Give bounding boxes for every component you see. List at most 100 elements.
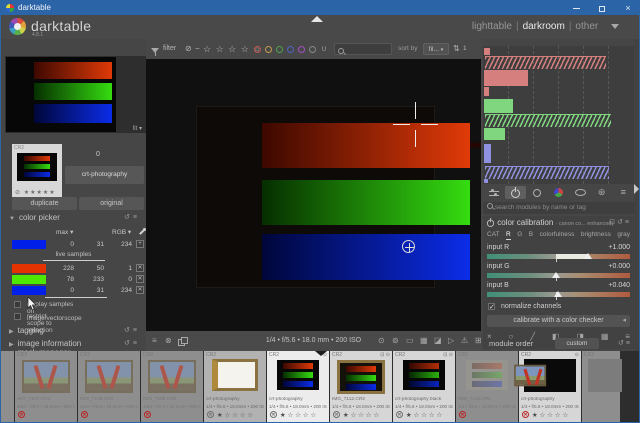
filmstrip-thumbnail[interactable]: CR2 IMG_7109.CR2 1/60 • f/5.5 • 18.0mm •… — [141, 351, 203, 422]
filmstrip-thumbnail[interactable]: CR2 IMG_7107.CR2 1/60 • f/5.5 • 18.0mm •… — [15, 351, 77, 422]
color-label-yellow[interactable] — [265, 46, 272, 53]
color-assessment-icon[interactable]: ⊚ — [392, 331, 399, 351]
sort-field-dropdown[interactable]: fil... ▾ — [423, 43, 449, 55]
original-button[interactable]: original — [79, 197, 144, 210]
slider-handle[interactable] — [554, 291, 562, 297]
color-label-gray[interactable] — [309, 46, 316, 53]
reset-icon[interactable]: ↺ — [124, 214, 133, 221]
filmstrip-thumbnail[interactable]: CR2 ⊡ ⊙ crt-photography black 1/4 • f/5.… — [393, 351, 455, 422]
groups-menu-icon[interactable]: ≡ — [612, 186, 634, 199]
presets-icon[interactable]: ≡ — [625, 219, 631, 226]
gamut-check-icon[interactable]: ▦ — [420, 331, 428, 351]
range-filter-icon[interactable]: − — [195, 39, 200, 59]
view-darkroom[interactable]: darkroom — [523, 21, 565, 32]
star-rating[interactable]: ★ ☆ ☆ ☆ ☆ — [267, 411, 329, 419]
close-button[interactable]: × — [615, 1, 640, 15]
presets-icon[interactable]: ≡ — [133, 214, 140, 221]
reset-icon[interactable]: ↺ — [124, 340, 133, 347]
reset-icon[interactable]: ↺ — [124, 327, 133, 334]
tagging-section-header[interactable]: ▶tagging — [9, 326, 44, 335]
tab-colorfulness[interactable]: colorfulness — [540, 231, 575, 240]
color-label-purple[interactable] — [298, 46, 305, 53]
multi-instance-icon[interactable]: ⊡ — [609, 219, 617, 226]
presets-icon[interactable]: ≡ — [133, 327, 140, 334]
zoom-level-dropdown[interactable]: fit ▾ — [133, 125, 142, 132]
reject-badge[interactable]: ✕ — [18, 411, 25, 418]
effects-group-icon[interactable]: ⊛ — [591, 186, 613, 199]
color-label-union-icon[interactable]: ∪ — [321, 39, 327, 59]
reject-badge[interactable]: ✕ — [459, 411, 466, 418]
navigation-preview[interactable]: fit ▾ — [5, 56, 146, 133]
filmstrip-collapse-arrow[interactable] — [315, 351, 327, 356]
filmstrip-thumbnail-selected[interactable]: CR2 ⊙ crt-photography 1/4 • f/5.6 • 18.0… — [267, 351, 329, 422]
reject-badge[interactable]: ✕ — [144, 411, 151, 418]
module-title[interactable]: color calibration — [497, 218, 553, 227]
tab-brightness[interactable]: brightness — [581, 231, 611, 240]
collapse-right-panel-arrow[interactable] — [634, 184, 639, 194]
minimize-button[interactable] — [563, 1, 589, 15]
tab-g[interactable]: G — [517, 231, 522, 240]
filmstrip-thumbnail[interactable]: CR2 IMG_7113.CR2 1/4 • f/5.6 • 18.0mm • … — [456, 351, 518, 422]
color-label-red[interactable] — [254, 46, 261, 53]
star-rating[interactable]: ★ ☆ ☆ ☆ ☆ — [519, 411, 581, 419]
add-sample-button[interactable]: + — [136, 240, 144, 248]
correct-group-icon[interactable] — [569, 186, 591, 199]
calibrate-color-checker-button[interactable]: calibrate with a color checker◂ — [487, 315, 630, 327]
right-panel-edge[interactable] — [634, 39, 639, 351]
basic-group-icon[interactable] — [526, 186, 548, 199]
version-name-field[interactable]: crt-photography — [65, 166, 144, 184]
display-samples-checkbox[interactable] — [14, 301, 21, 308]
filmstrip-thumbnail[interactable]: CR2 ⊙ crt-photography 1/4 • f/5.6 • 18.0… — [519, 351, 581, 422]
views-dropdown-icon[interactable] — [611, 24, 619, 29]
snapshots-icon[interactable]: ⊗ — [165, 331, 172, 351]
input-r-slider[interactable]: input R+1.000 — [487, 244, 630, 261]
slider-handle[interactable] — [584, 253, 592, 259]
filmstrip-partial-cell[interactable]: CR2 — [582, 351, 620, 422]
raw-overexposed-icon[interactable]: ▭ — [406, 331, 414, 351]
tab-gray[interactable]: gray — [617, 231, 630, 240]
input-g-slider[interactable]: input G+0.000 — [487, 263, 630, 280]
darkroom-canvas[interactable] — [146, 59, 481, 331]
star-rating[interactable]: ★ ☆ ☆ ☆ ☆ — [330, 411, 392, 419]
module-order-preset-button[interactable]: custom — [555, 338, 599, 349]
reject-filter-icon[interactable]: ⊘ — [185, 39, 192, 59]
duplicate-button[interactable]: duplicate — [12, 197, 77, 210]
reset-icon[interactable]: ↺ — [618, 340, 626, 347]
star-rating[interactable]: ★ ☆ ☆ ☆ ☆ — [204, 411, 266, 419]
input-b-slider[interactable]: input B+0.040 — [487, 282, 630, 299]
color-label-green[interactable] — [276, 46, 283, 53]
warning-icon[interactable]: ⚠ — [461, 331, 468, 351]
search-input[interactable] — [334, 43, 392, 55]
star-rating[interactable]: ★ ☆ ☆ ☆ ☆ — [393, 411, 455, 419]
slider-handle[interactable] — [552, 272, 560, 278]
picker-space-dropdown[interactable]: RGB ▾ — [112, 228, 131, 236]
color-picker-section-header[interactable]: ▼color picker — [9, 213, 60, 222]
duplicates-icon[interactable] — [178, 337, 186, 345]
tab-cat[interactable]: CAT — [487, 231, 500, 240]
delete-sample-button[interactable]: ✕ — [136, 286, 144, 294]
picker-mode-dropdown[interactable]: max ▾ — [56, 228, 73, 236]
filmstrip-thumbnail[interactable]: CR2 ⊡ ⊙ IMG_7112.CR2 1/4 • f/5.6 • 18.0m… — [330, 351, 392, 422]
sample-swatch[interactable] — [12, 286, 46, 295]
current-sample-swatch[interactable] — [12, 240, 46, 249]
duplicate-rating[interactable]: ⊘ ★★★★★ — [15, 189, 56, 196]
normalize-channels-checkbox[interactable] — [488, 303, 495, 310]
color-group-icon[interactable] — [548, 186, 570, 199]
view-lighttable[interactable]: lighttable — [472, 21, 512, 32]
active-modules-group-icon[interactable] — [483, 186, 505, 199]
duplicate-thumbnail[interactable]: CR2 ⊘ ★★★★★ — [12, 144, 62, 197]
focus-peaking-icon[interactable]: ⊙ — [378, 331, 385, 351]
image-information-section-header[interactable]: ▶image information — [9, 339, 81, 348]
delete-sample-button[interactable]: ✕ — [136, 275, 144, 283]
tab-b[interactable]: B — [529, 231, 533, 240]
histogram-waveform-scope[interactable] — [483, 46, 634, 184]
view-other[interactable]: other — [575, 21, 598, 32]
eyedropper-icon[interactable] — [138, 228, 146, 238]
reject-badge[interactable]: ✕ — [81, 411, 88, 418]
color-label-blue[interactable] — [287, 46, 294, 53]
filmstrip-thumbnail[interactable]: CR2 crt-photography 1/4 • f/5.6 • 18.0mm… — [204, 351, 266, 422]
presets-menu-icon[interactable]: ≡ — [152, 331, 157, 351]
module-power-icon[interactable] — [487, 219, 494, 226]
overexposed-icon[interactable]: ◪ — [434, 331, 442, 351]
sample-swatch[interactable] — [12, 275, 46, 284]
